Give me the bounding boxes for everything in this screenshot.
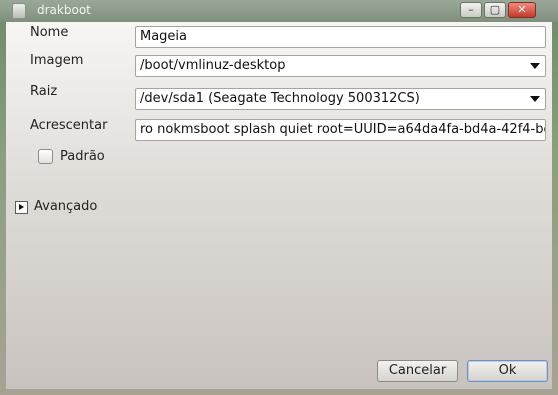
- raiz-label: Raiz: [30, 84, 58, 99]
- app-icon: [12, 3, 26, 19]
- minimize-button[interactable]: –: [460, 2, 482, 18]
- raiz-value: /dev/sda1 (Seagate Technology 500312CS): [140, 91, 420, 106]
- dialog-body: Nome Mageia Imagem /boot/vmlinuz-desktop…: [6, 22, 552, 389]
- padrao-checkbox[interactable]: [38, 149, 53, 164]
- padrao-label[interactable]: Padrão: [60, 149, 105, 164]
- triangle-right-icon[interactable]: [15, 201, 28, 214]
- chevron-down-icon: [530, 96, 540, 102]
- acrescentar-input[interactable]: ro nokmsboot splash quiet root=UUID=a64d…: [135, 119, 546, 141]
- raiz-combobox[interactable]: /dev/sda1 (Seagate Technology 500312CS): [135, 88, 546, 110]
- nome-label: Nome: [30, 25, 69, 40]
- imagem-value: /boot/vmlinuz-desktop: [140, 58, 286, 73]
- cancel-button[interactable]: Cancelar: [377, 360, 458, 382]
- nome-input[interactable]: Mageia: [135, 26, 546, 48]
- window-title: drakboot: [37, 3, 91, 17]
- imagem-combobox[interactable]: /boot/vmlinuz-desktop: [135, 55, 546, 77]
- maximize-button[interactable]: ▢: [484, 2, 506, 18]
- ok-button[interactable]: Ok: [467, 360, 548, 382]
- avancado-expander-label[interactable]: Avançado: [34, 199, 97, 214]
- window-titlebar[interactable]: drakboot – ▢ ✕: [0, 0, 558, 22]
- close-button[interactable]: ✕: [508, 2, 536, 18]
- acrescentar-label: Acrescentar: [30, 118, 108, 133]
- imagem-label: Imagem: [30, 53, 84, 68]
- chevron-down-icon: [530, 63, 540, 69]
